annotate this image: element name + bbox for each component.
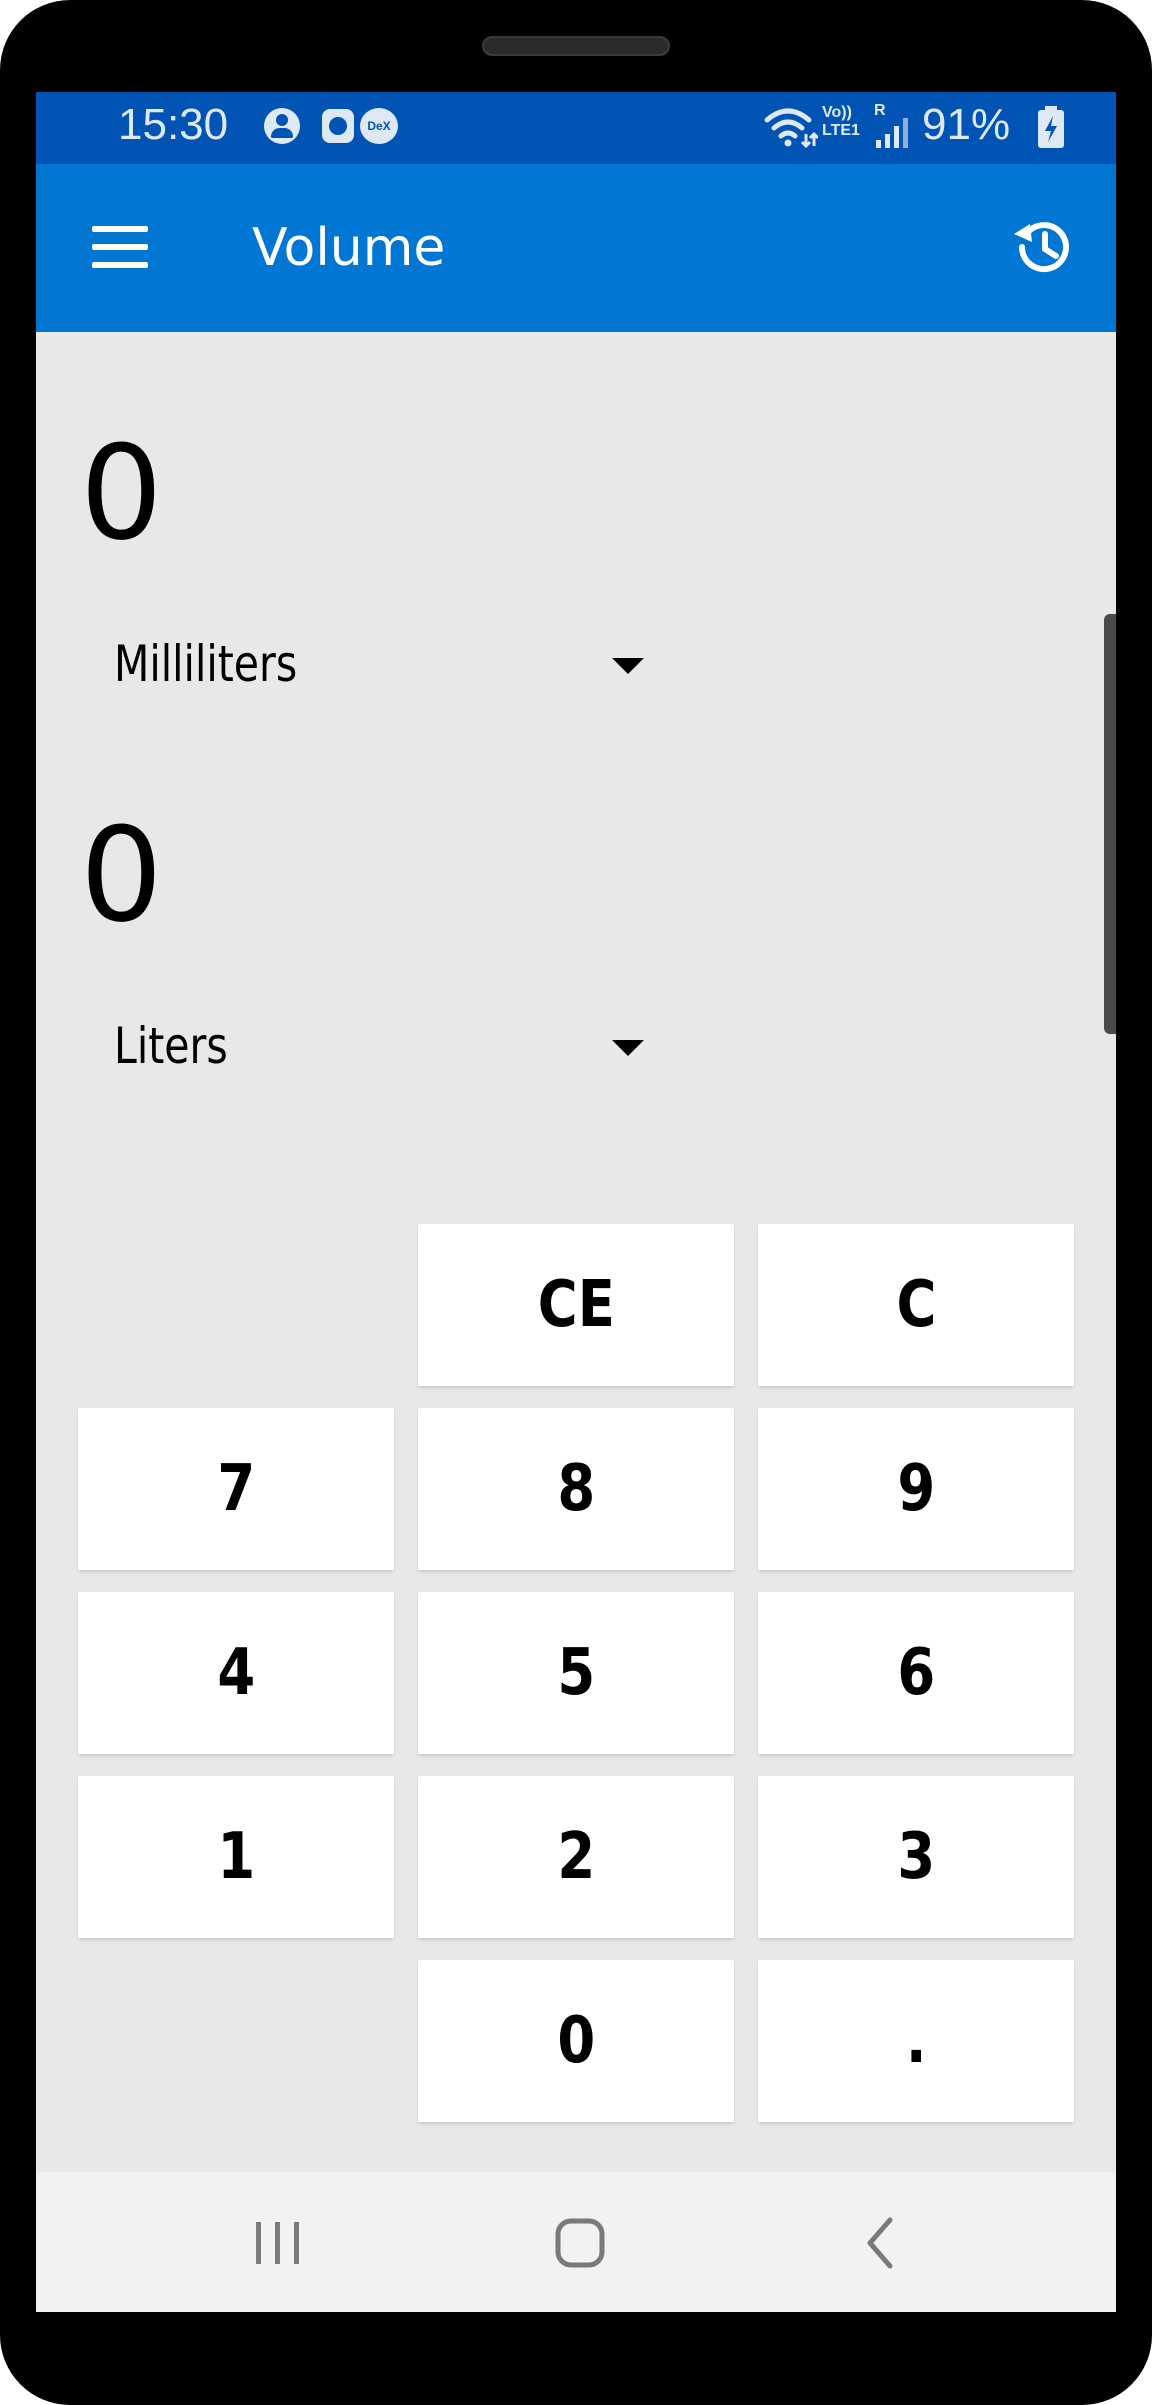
chevron-down-icon: [612, 658, 644, 674]
digit-3-button[interactable]: 3: [758, 1776, 1074, 1938]
phone-frame: 15:30 DeX Vo)) LTE1 R 91% Volume 0 Milli…: [0, 0, 1152, 2405]
digit-5-button[interactable]: 5: [418, 1592, 734, 1754]
page-title: Volume: [252, 218, 446, 278]
hamburger-menu-icon[interactable]: [92, 226, 152, 270]
digit-6-button[interactable]: 6: [758, 1592, 1074, 1754]
input-unit-label: Milliliters: [114, 635, 298, 693]
digit-7-button[interactable]: 7: [78, 1408, 394, 1570]
earpiece-speaker: [482, 36, 670, 56]
output-unit-label: Liters: [114, 1017, 228, 1075]
recents-icon[interactable]: [238, 2208, 318, 2278]
signal-icon: [876, 118, 908, 148]
clear-entry-button[interactable]: CE: [418, 1224, 734, 1386]
home-icon[interactable]: [540, 2208, 620, 2278]
dex-icon: DeX: [360, 108, 398, 144]
system-nav-bar: [36, 2172, 1116, 2312]
input-value-display[interactable]: 0: [80, 428, 163, 558]
wifi-icon: [764, 108, 818, 149]
digit-8-button[interactable]: 8: [418, 1408, 734, 1570]
clock-icon: [322, 109, 354, 143]
digit-2-button[interactable]: 2: [418, 1776, 734, 1938]
chevron-down-icon: [612, 1040, 644, 1056]
app-bar: Volume: [36, 164, 1116, 332]
back-icon[interactable]: [842, 2208, 922, 2278]
decimal-point-button[interactable]: .: [758, 1960, 1074, 2122]
volte-icon: Vo)) LTE1: [822, 104, 860, 139]
clear-button[interactable]: C: [758, 1224, 1074, 1386]
digit-0-button[interactable]: 0: [418, 1960, 734, 2122]
status-bar: 15:30 DeX Vo)) LTE1 R 91%: [36, 92, 1116, 164]
scrollbar[interactable]: [1104, 614, 1116, 1034]
output-unit-dropdown[interactable]: Liters: [114, 1010, 644, 1082]
battery-icon: [1038, 106, 1064, 148]
input-unit-dropdown[interactable]: Milliliters: [114, 628, 644, 700]
digit-1-button[interactable]: 1: [78, 1776, 394, 1938]
status-time: 15:30: [118, 100, 229, 149]
account-icon: [264, 108, 300, 144]
output-value-display: 0: [80, 799, 163, 951]
battery-percent: 91%: [922, 100, 1011, 149]
digit-9-button[interactable]: 9: [758, 1408, 1074, 1570]
digit-4-button[interactable]: 4: [78, 1592, 394, 1754]
history-icon[interactable]: [1008, 212, 1078, 282]
screen: 15:30 DeX Vo)) LTE1 R 91% Volume 0 Milli…: [36, 92, 1116, 2312]
